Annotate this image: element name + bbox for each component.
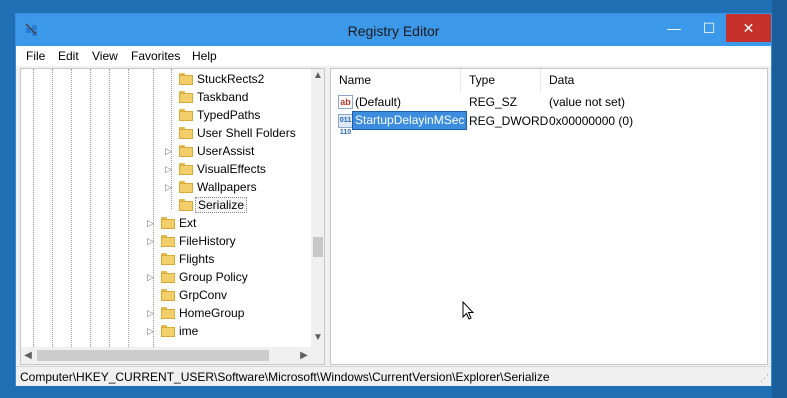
scroll-thumb[interactable] (37, 350, 269, 361)
dword-value-icon: 011 110 (338, 114, 353, 136)
folder-icon (179, 181, 193, 193)
tree-guide-line (71, 69, 72, 347)
column-header-name[interactable]: Name (331, 69, 461, 91)
tree-vertical-scrollbar[interactable]: ▲ ▼ (311, 69, 324, 347)
expand-arrow-icon[interactable]: ▷ (165, 145, 175, 157)
folder-icon (161, 217, 175, 229)
folder-icon (161, 307, 175, 319)
registry-editor-window: Registry Editor — ☐ ✕ File Edit View Fav… (15, 13, 772, 386)
resize-grip-icon[interactable]: ⋰ (760, 373, 769, 384)
scroll-thumb[interactable] (313, 237, 323, 257)
string-value-icon: ab (338, 95, 353, 109)
folder-icon (179, 109, 193, 121)
close-button[interactable]: ✕ (726, 14, 771, 42)
value-name: (Default) (355, 95, 402, 109)
value-row-startupdelayinmsec[interactable]: 011 110 StartupDelayinMSec REG_DWORD 0x0… (331, 111, 767, 136)
scroll-right-arrow-icon[interactable]: ▶ (297, 347, 311, 364)
folder-icon (161, 271, 175, 283)
status-bar: Computer\HKEY_CURRENT_USER\Software\Micr… (16, 366, 771, 386)
desktop-background (772, 0, 787, 398)
tree-horizontal-scrollbar[interactable]: ◀ ▶ (21, 347, 311, 364)
expand-arrow-icon[interactable]: ▷ (147, 325, 157, 337)
value-type: REG_DWORD (469, 114, 549, 128)
scroll-up-arrow-icon[interactable]: ▲ (311, 69, 324, 83)
tree-guide-line (33, 69, 34, 347)
scroll-left-arrow-icon[interactable]: ◀ (21, 347, 35, 364)
menu-file[interactable]: File (26, 49, 45, 63)
tree-guide-line (109, 69, 110, 347)
column-header-data[interactable]: Data (541, 69, 767, 91)
menu-edit[interactable]: Edit (58, 49, 79, 63)
value-data: 0x00000000 (0) (549, 114, 634, 128)
tree-guide-line (153, 69, 154, 347)
mouse-pointer-icon (462, 301, 474, 320)
expand-arrow-icon[interactable]: ▷ (165, 181, 175, 193)
folder-icon (161, 253, 175, 265)
value-data: (value not set) (549, 95, 626, 109)
tree-guide-line (128, 69, 129, 347)
value-name-edit-field[interactable]: StartupDelayinMSec (351, 111, 468, 130)
expand-arrow-icon[interactable]: ▷ (165, 163, 175, 175)
value-row-default[interactable]: ab (Default) REG_SZ (value not set) (331, 93, 767, 112)
key-tree-pane[interactable]: StuckRects2 Taskband TypedPaths User She… (20, 68, 325, 365)
folder-icon (161, 235, 175, 247)
key-path: Computer\HKEY_CURRENT_USER\Software\Micr… (20, 370, 550, 384)
expand-arrow-icon[interactable]: ▷ (147, 217, 157, 229)
expand-arrow-icon[interactable]: ▷ (147, 307, 157, 319)
scroll-corner (311, 347, 324, 364)
folder-icon (161, 289, 175, 301)
folder-icon (179, 163, 193, 175)
maximize-button[interactable]: ☐ (688, 14, 730, 42)
expand-arrow-icon[interactable]: ▷ (147, 235, 157, 247)
menu-view[interactable]: View (92, 49, 118, 63)
folder-icon (179, 91, 193, 103)
folder-icon (179, 73, 193, 85)
menu-favorites[interactable]: Favorites (131, 49, 180, 63)
folder-icon (179, 127, 193, 139)
tree-guide-line (90, 69, 91, 347)
value-type: REG_SZ (469, 95, 518, 109)
folder-icon (179, 199, 193, 211)
menu-help[interactable]: Help (192, 49, 217, 63)
scroll-down-arrow-icon[interactable]: ▼ (311, 331, 324, 345)
menu-bar: File Edit View Favorites Help (16, 46, 771, 66)
expand-arrow-icon[interactable]: ▷ (147, 271, 157, 283)
column-header-type[interactable]: Type (461, 69, 541, 91)
tree-guide-line (52, 69, 53, 347)
values-list-pane[interactable]: Name Type Data ab (Default) REG_SZ (valu… (330, 68, 768, 365)
title-bar[interactable]: Registry Editor — ☐ ✕ (16, 14, 771, 46)
folder-icon (161, 325, 175, 337)
folder-icon (179, 145, 193, 157)
